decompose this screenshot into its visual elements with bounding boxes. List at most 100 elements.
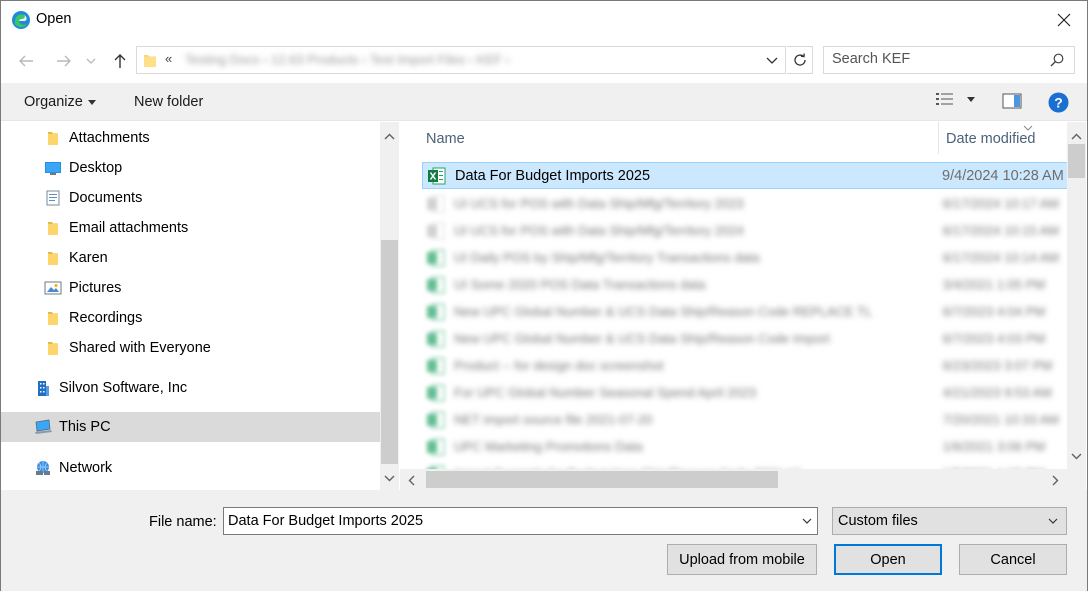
window-title: Open [36, 11, 72, 27]
nav-item-label: Documents [69, 190, 143, 206]
file-row[interactable]: NET import source file 2021-07-20 7/20/20… [422, 406, 1067, 433]
file-list-horizontal-scrollbar[interactable] [400, 469, 1067, 490]
scroll-down-icon[interactable] [384, 470, 395, 486]
preview-pane-button[interactable] [1002, 93, 1022, 113]
scroll-up-icon[interactable] [1071, 128, 1082, 144]
breadcrumb[interactable]: Testing Docs › 12.63 Products › Test Imp… [185, 52, 510, 67]
chevron-down-icon [1046, 514, 1060, 532]
file-row[interactable]: Product -- for design doc screenshot 6/23… [422, 352, 1067, 379]
search-box[interactable] [823, 46, 1075, 74]
file-name-combobox[interactable]: Data For Budget Imports 2025 [223, 507, 818, 535]
new-folder-button[interactable]: New folder [134, 94, 203, 110]
nav-item-attachments[interactable]: Attachments [43, 123, 150, 153]
organize-menu[interactable]: Organize [24, 94, 96, 110]
file-name: Product -- for design doc screenshot [454, 358, 664, 373]
file-name: New UPC Global Number & UCS Data Ship/Re… [454, 331, 830, 346]
nav-item-label: Email attachments [69, 220, 189, 236]
file-date: 6/17/2024 10:14 AM [942, 250, 1059, 265]
scrollbar-thumb[interactable] [426, 471, 778, 488]
file-name: Data For Budget Imports 2025 [455, 167, 651, 184]
file-type-select[interactable]: Custom files [832, 507, 1067, 535]
file-row[interactable]: New UPC Global Number & UCS Data Ship/Re… [422, 325, 1067, 352]
nav-item-network[interactable]: Network [33, 453, 112, 483]
scroll-up-icon[interactable] [384, 128, 395, 144]
navigation-row: « Testing Docs › 12.63 Products › Test I… [1, 39, 1087, 83]
file-date: 6/23/2023 3:07 PM [942, 358, 1053, 373]
address-bar[interactable]: « Testing Docs › 12.63 Products › Test I… [136, 46, 786, 74]
file-row[interactable]: New UPC Global Number & UCS Data Ship/Re… [422, 298, 1067, 325]
file-row-selected[interactable]: Data For Budget Imports 2025 9/4/2024 10… [422, 162, 1067, 189]
file-row[interactable]: For UPC Global Number Seasonal Spend Apr… [422, 379, 1067, 406]
cancel-button[interactable]: Cancel [959, 544, 1067, 575]
file-row[interactable]: UPC Marketing Promotions Data 1/6/2021 3:… [422, 433, 1067, 460]
close-icon [1057, 13, 1071, 27]
scroll-right-icon[interactable] [1052, 474, 1059, 490]
details-view-icon [936, 93, 953, 105]
file-row[interactable]: UI Some 2020 POS Data Transactions data 3… [422, 271, 1067, 298]
nav-item-label: Attachments [69, 130, 150, 146]
file-row[interactable]: UI UCS for POS with Data Ship/Mfg/Territ… [422, 217, 1067, 244]
scroll-down-icon[interactable] [1071, 448, 1082, 464]
search-input[interactable] [832, 51, 1042, 67]
navigation-pane-scrollbar[interactable] [380, 122, 399, 490]
title-bar: Open [1, 1, 1087, 39]
network-icon [33, 459, 53, 477]
file-list-vertical-scrollbar[interactable] [1067, 122, 1086, 469]
nav-item-karen[interactable]: Karen [43, 243, 108, 273]
file-date: 6/7/2023 4:03 PM [942, 331, 1046, 346]
excel-file-icon [426, 384, 446, 402]
help-button[interactable]: ? [1048, 92, 1069, 117]
chevron-down-icon [86, 58, 96, 64]
nav-item-desktop[interactable]: Desktop [43, 153, 122, 183]
excel-file-icon [426, 411, 446, 429]
file-name: UI Daily POS by Ship/Mfg/Territory Trans… [454, 250, 760, 265]
nav-item-silvon-software[interactable]: Silvon Software, Inc [33, 373, 187, 403]
file-date: 6/7/2023 4:04 PM [942, 304, 1046, 319]
folder-icon [43, 219, 63, 237]
nav-item-label: Silvon Software, Inc [59, 380, 188, 396]
nav-item-pictures[interactable]: Pictures [43, 273, 121, 303]
chevron-down-icon[interactable] [800, 514, 814, 532]
column-header-name[interactable]: Name [426, 131, 465, 163]
up-button[interactable] [108, 51, 132, 71]
excel-file-icon [426, 195, 446, 213]
nav-item-recordings[interactable]: Recordings [43, 303, 142, 333]
nav-item-shared-with-everyone[interactable]: Shared with Everyone [43, 333, 211, 363]
open-button[interactable]: Open [834, 544, 942, 575]
folder-icon [43, 249, 63, 267]
nav-item-label: Shared with Everyone [69, 340, 211, 356]
file-name: UPC Marketing Promotions Data [454, 439, 643, 454]
excel-file-icon [426, 249, 446, 267]
file-row[interactable]: UI UCS for POS with Data Ship/Mfg/Territ… [422, 190, 1067, 217]
file-date: 9/4/2024 10:28 AM [942, 167, 1064, 184]
forward-button[interactable] [52, 51, 76, 71]
recent-locations-button[interactable] [83, 51, 99, 71]
nav-item-email-attachments[interactable]: Email attachments [43, 213, 188, 243]
file-row[interactable]: Import Example for Budget Item Ship/Reas… [422, 460, 1067, 469]
excel-file-icon [426, 222, 446, 240]
file-row[interactable]: UI Daily POS by Ship/Mfg/Territory Trans… [422, 244, 1067, 271]
address-overflow-chevron[interactable]: « [165, 51, 172, 66]
nav-item-documents[interactable]: Documents [43, 183, 142, 213]
up-arrow-icon [114, 54, 126, 68]
file-name: UI UCS for POS with Data Ship/Mfg/Territ… [454, 223, 744, 238]
search-icon[interactable] [1050, 53, 1064, 71]
edge-browser-icon [11, 10, 31, 30]
forward-arrow-icon [57, 55, 71, 67]
column-separator[interactable] [938, 122, 939, 154]
close-button[interactable] [1041, 1, 1087, 39]
file-date: 1/6/2021 3:06 PM [942, 439, 1046, 454]
scrollbar-thumb[interactable] [1068, 144, 1085, 178]
chevron-down-icon [766, 57, 778, 64]
scrollbar-thumb[interactable] [381, 240, 398, 464]
back-button[interactable] [14, 51, 38, 71]
upload-from-mobile-button[interactable]: Upload from mobile [667, 544, 817, 575]
address-history-dropdown[interactable] [763, 51, 781, 73]
file-name-input[interactable]: Data For Budget Imports 2025 [228, 513, 423, 529]
scroll-left-icon[interactable] [408, 474, 415, 490]
nav-item-this-pc[interactable]: This PC [1, 412, 380, 442]
view-options-button[interactable] [935, 91, 975, 107]
column-header-date-modified[interactable]: Date modified [946, 131, 1035, 163]
refresh-button[interactable] [787, 46, 813, 74]
file-name: UI UCS for POS with Data Ship/Mfg/Territ… [454, 196, 744, 211]
